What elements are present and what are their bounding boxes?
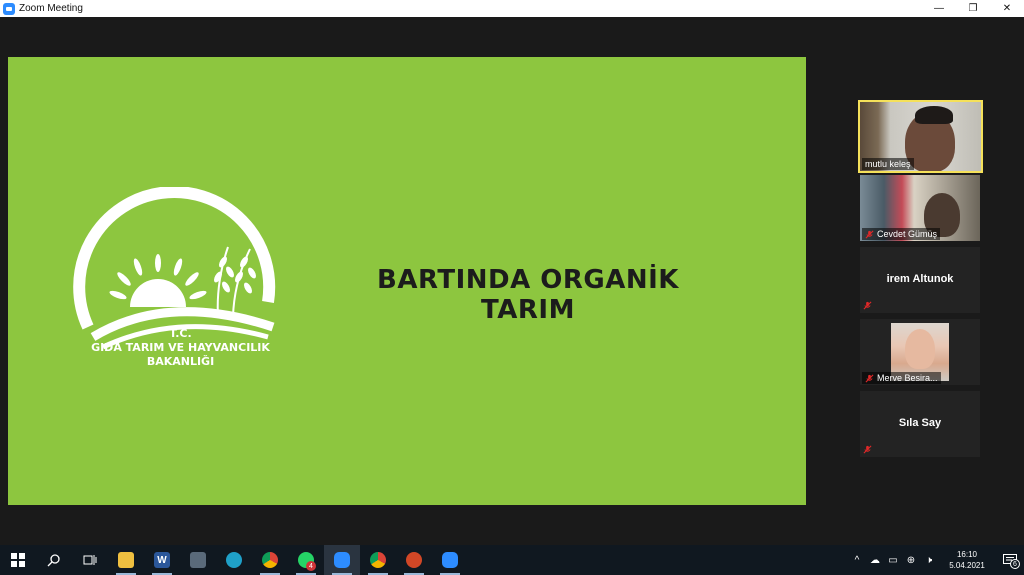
logo-line-ministry: GIDA TARIM VE HAYVANCILIK bbox=[91, 341, 270, 354]
edge-icon[interactable] bbox=[216, 545, 252, 575]
participant-tile[interactable]: Cevdet Gümüş bbox=[860, 175, 980, 241]
microphone-muted-icon bbox=[863, 301, 872, 310]
participant-tile[interactable]: Merve Besira... bbox=[860, 319, 980, 385]
chrome-icon[interactable] bbox=[252, 545, 288, 575]
participant-name: mutlu keleş bbox=[865, 159, 911, 169]
participant-name: irem Altunok bbox=[886, 273, 954, 285]
shared-screen-slide: T.C. GIDA TARIM VE HAYVANCILIK BAKANLIĞI… bbox=[8, 57, 806, 505]
participant-name: Cevdet Gümüş bbox=[877, 229, 938, 239]
minimize-button[interactable]: — bbox=[922, 0, 956, 17]
clock-time: 16:10 bbox=[956, 550, 978, 559]
microphone-muted-icon bbox=[863, 445, 872, 454]
participant-name: Sıla Say bbox=[898, 417, 942, 429]
search-icon[interactable] bbox=[36, 545, 72, 575]
participant-tile[interactable]: Sıla Say bbox=[860, 391, 980, 457]
chrome-icon[interactable] bbox=[360, 545, 396, 575]
participant-name: Merve Besira... bbox=[877, 373, 938, 383]
microphone-muted-icon bbox=[865, 374, 874, 382]
start-icon[interactable] bbox=[0, 545, 36, 575]
window-controls: — ❐ ✕ bbox=[922, 0, 1024, 17]
calculator-icon[interactable] bbox=[180, 545, 216, 575]
logo-line-tc: T.C. bbox=[169, 327, 192, 340]
powerpoint-icon[interactable] bbox=[396, 545, 432, 575]
file-explorer-icon[interactable] bbox=[108, 545, 144, 575]
zoom-icon[interactable] bbox=[432, 545, 468, 575]
participant-name-label: mutlu keleş bbox=[862, 158, 914, 170]
logo-line-bakanligi: BAKANLIĞI bbox=[146, 355, 215, 368]
system-tray: ^ ☁ ▭ ⊕ 🕨 16:10 5.04.2021 6 bbox=[848, 545, 1024, 575]
zoom-icon[interactable] bbox=[324, 545, 360, 575]
participant-name-label: Cevdet Gümüş bbox=[862, 228, 941, 240]
close-button[interactable]: ✕ bbox=[990, 0, 1024, 17]
clock-date: 5.04.2021 bbox=[949, 561, 985, 570]
whatsapp-icon[interactable]: 4 bbox=[288, 545, 324, 575]
participant-face bbox=[905, 329, 935, 369]
windows-taskbar: W 4 ^ ☁ ▭ ⊕ 🕨 16:10 5.04.2021 6 bbox=[0, 545, 1024, 575]
participant-name-label: Merve Besira... bbox=[862, 372, 941, 384]
zoom-app-icon bbox=[3, 2, 15, 15]
participant-tile[interactable]: mutlu keleş bbox=[858, 100, 983, 173]
restore-button[interactable]: ❐ bbox=[956, 0, 990, 17]
participant-tile[interactable]: irem Altunok bbox=[860, 247, 980, 313]
network-icon[interactable]: ⊕ bbox=[902, 545, 920, 575]
meeting-area: T.C. GIDA TARIM VE HAYVANCILIK BAKANLIĞI… bbox=[0, 17, 1024, 545]
ministry-name: T.C. GIDA TARIM VE HAYVANCILIK BAKANLIĞI bbox=[68, 327, 293, 368]
notification-count: 6 bbox=[1010, 559, 1020, 569]
system-clock[interactable]: 16:10 5.04.2021 bbox=[944, 549, 990, 571]
participant-hair bbox=[915, 106, 953, 124]
cloud-icon[interactable]: ☁ bbox=[866, 545, 884, 575]
battery-icon[interactable]: ▭ bbox=[884, 545, 902, 575]
volume-icon[interactable]: 🕨 bbox=[920, 545, 938, 575]
window-titlebar: Zoom Meeting — ❐ ✕ bbox=[0, 0, 1024, 17]
whatsapp-badge: 4 bbox=[306, 561, 316, 571]
task-view-icon[interactable] bbox=[72, 545, 108, 575]
word-icon[interactable]: W bbox=[144, 545, 180, 575]
slide-title: BARTINDA ORGANİK TARIM bbox=[377, 265, 679, 325]
chevron-up-icon[interactable]: ^ bbox=[848, 545, 866, 575]
microphone-muted-icon bbox=[865, 230, 874, 238]
window-title: Zoom Meeting bbox=[19, 3, 83, 14]
notification-center-icon[interactable]: 6 bbox=[996, 545, 1024, 575]
